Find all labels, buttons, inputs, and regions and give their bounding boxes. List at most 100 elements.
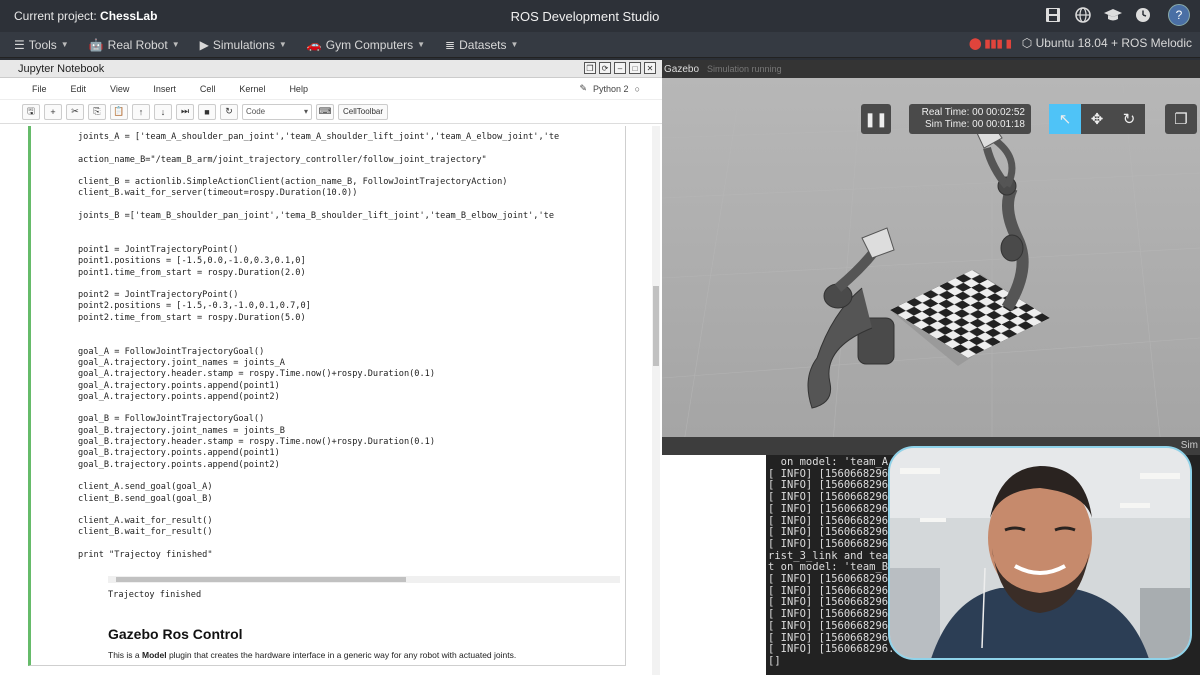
save-notebook-icon[interactable]: 🖫: [22, 103, 40, 120]
maximize-icon[interactable]: □: [629, 62, 641, 74]
code-line: goal_B.trajectory.points.append(point1): [78, 448, 280, 459]
jupyter-panel-titlebar: Jupyter Notebook ❐ ⟳ – □ ✕: [0, 60, 662, 78]
cell-type-select[interactable]: Code ▾: [242, 103, 312, 120]
code-horizontal-scrollbar[interactable]: [108, 576, 620, 583]
jmenu-insert[interactable]: Insert: [153, 84, 176, 94]
sim-time-label: Sim Time: 00 00:01:18: [924, 119, 1025, 130]
code-line: goal_A.trajectory.points.append(point1): [78, 380, 280, 391]
caret-down-icon: ▼: [60, 40, 69, 49]
cell-type-value: Code: [246, 107, 266, 116]
md-text-post: plugin that creates the hardware interfa…: [166, 650, 517, 660]
robot-icon: 🤖: [88, 37, 104, 52]
rec-indicator-icon[interactable]: ⬤ ▮▮▮ ▮: [969, 37, 1012, 50]
menu-simulations-label: Simulations: [212, 37, 275, 52]
cell-output: Trajectoy finished: [108, 590, 202, 600]
database-icon: ≣: [445, 37, 456, 52]
restart-icon[interactable]: ↻: [220, 103, 238, 120]
close-icon[interactable]: ✕: [644, 62, 656, 74]
jmenu-kernel[interactable]: Kernel: [239, 84, 265, 94]
code-line: goal_A.trajectory.joint_names = joints_A: [78, 357, 285, 368]
jmenu-help[interactable]: Help: [289, 84, 308, 94]
pause-button[interactable]: ❚❚: [861, 104, 891, 134]
code-line: point1.time_from_start = rospy.Duration(…: [78, 267, 306, 278]
kernel-name: Python 2: [593, 83, 629, 94]
clock-icon[interactable]: [1132, 4, 1154, 26]
play-icon: ▶: [199, 37, 209, 52]
scrollbar-thumb[interactable]: [653, 286, 659, 366]
globe-icon[interactable]: [1072, 4, 1094, 26]
top-icons: ?: [1042, 4, 1190, 26]
project-name: ChessLab: [100, 9, 158, 23]
copy-view-icon[interactable]: ❐: [1165, 104, 1197, 134]
translate-mode-icon[interactable]: ✥: [1081, 104, 1113, 134]
gazebo-viewport[interactable]: ❚❚ Real Time: 00 00:02:52 Sim Time: 00 0…: [662, 77, 1200, 455]
menu-gym-computers[interactable]: 🚗 Gym Computers ▼: [307, 38, 425, 52]
restore-icon[interactable]: ❐: [584, 62, 596, 74]
add-cell-icon[interactable]: +: [44, 103, 62, 120]
scrollbar-thumb[interactable]: [116, 577, 406, 582]
code-line: goal_B.trajectory.header.stamp = rospy.T…: [78, 437, 435, 448]
md-text-bold: Model: [142, 650, 167, 660]
jmenu-view[interactable]: View: [110, 84, 129, 94]
code-line: joints_A = ['team_A_shoulder_pan_joint',…: [78, 132, 560, 142]
copy-icon[interactable]: ⎘: [88, 103, 106, 120]
webcam-image: [890, 448, 1190, 658]
celltoolbar-button[interactable]: CellToolbar: [338, 103, 389, 120]
jmenu-cell[interactable]: Cell: [200, 84, 216, 94]
menu-real-robot[interactable]: 🤖 Real Robot ▼: [89, 38, 180, 52]
cut-icon[interactable]: ✂: [66, 103, 84, 120]
menubar-right: ⬤ ▮▮▮ ▮ ⬡ Ubuntu 18.04 + ROS Melodic: [969, 36, 1192, 50]
save-icon[interactable]: [1042, 4, 1064, 26]
jmenu-file[interactable]: File: [32, 84, 47, 94]
rotate-mode-icon[interactable]: ↻: [1113, 104, 1145, 134]
code-line: client_B.send_goal(goal_B): [78, 493, 213, 504]
keyboard-icon[interactable]: ⌨: [316, 103, 334, 120]
markdown-paragraph: This is a Model plugin that creates the …: [108, 650, 516, 660]
code-line: goal_B = FollowJointTrajectoryGoal(): [78, 414, 265, 425]
move-down-icon[interactable]: ↓: [154, 103, 172, 120]
md-text-pre: This is a: [108, 650, 143, 660]
project-prefix: Current project:: [14, 9, 97, 23]
blank-panel: [662, 455, 766, 675]
ros-version-selector[interactable]: ⬡ Ubuntu 18.04 + ROS Melodic: [1022, 36, 1192, 50]
gazebo-status: Simulation running: [707, 64, 782, 74]
code-editor[interactable]: joints_A = ['team_A_shoulder_pan_joint',…: [78, 132, 598, 561]
user-avatar[interactable]: ?: [1168, 4, 1190, 26]
gazebo-panel: Gazebo Simulation running ❚❚ Real Time: …: [662, 60, 1200, 455]
jupyter-menu: File Edit View Insert Cell Kernel Help ✎…: [0, 78, 662, 100]
graduation-cap-icon[interactable]: [1102, 4, 1124, 26]
stop-icon[interactable]: ■: [198, 103, 216, 120]
sim-label: Sim: [1180, 440, 1198, 451]
menu-tools[interactable]: ☰ Tools ▼: [14, 38, 69, 52]
menu-tools-label: Tools: [28, 37, 57, 52]
pencil-icon[interactable]: ✎: [579, 83, 587, 94]
code-line: client_B = actionlib.SimpleActionClient(…: [78, 177, 508, 188]
code-line: client_B.wait_for_result(): [78, 527, 213, 538]
paste-icon[interactable]: 📋: [110, 103, 128, 120]
kernel-indicator: ✎ Python 2 ○: [579, 83, 640, 94]
time-display: Real Time: 00 00:02:52 Sim Time: 00 00:0…: [909, 104, 1031, 134]
refresh-icon[interactable]: ⟳: [599, 62, 611, 74]
code-line: client_B.wait_for_server(timeout=rospy.D…: [78, 188, 358, 199]
menu-simulations[interactable]: ▶ Simulations ▼: [200, 38, 287, 52]
menu-datasets[interactable]: ≣ Datasets ▼: [445, 38, 518, 52]
jmenu-edit[interactable]: Edit: [71, 84, 87, 94]
code-line: client_A.send_goal(goal_A): [78, 482, 213, 493]
select-mode-icon[interactable]: ↖: [1049, 104, 1081, 134]
minimize-icon[interactable]: –: [614, 62, 626, 74]
move-up-icon[interactable]: ↑: [132, 103, 150, 120]
jupyter-panel: Jupyter Notebook ❐ ⟳ – □ ✕ File Edit Vie…: [0, 60, 662, 675]
ros-version-label: Ubuntu 18.04 + ROS Melodic: [1035, 36, 1192, 50]
notebook-vertical-scrollbar[interactable]: [652, 126, 660, 675]
jupyter-toolbar: 🖫 + ✂ ⎘ 📋 ↑ ↓ ⏭ ■ ↻ Code ▾ ⌨ CellToolbar: [0, 100, 662, 124]
run-icon[interactable]: ⏭: [176, 103, 194, 120]
